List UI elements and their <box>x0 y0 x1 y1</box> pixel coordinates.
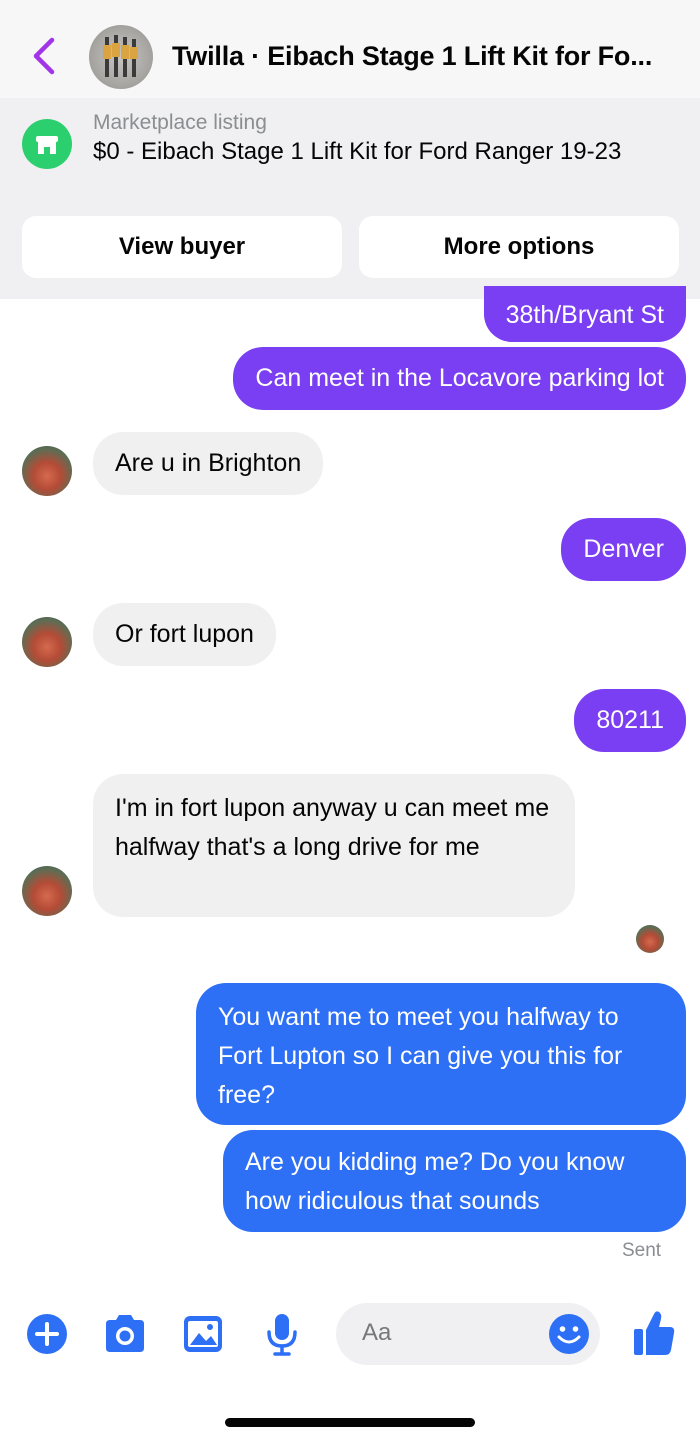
message-input-placeholder: Aa <box>362 1319 392 1346</box>
sender-avatar[interactable] <box>22 446 72 496</box>
thumbs-up-icon <box>634 1311 675 1355</box>
plus-icon <box>27 1314 67 1354</box>
more-options-button[interactable]: More options <box>359 216 679 278</box>
marketplace-shop-icon <box>22 119 72 169</box>
message-bubble[interactable]: Are u in Brighton <box>93 432 324 495</box>
voice-button[interactable] <box>264 1312 300 1356</box>
chevron-left-icon <box>33 37 55 75</box>
message-bubble[interactable]: Or fort lupon <box>93 603 276 666</box>
message-bubble[interactable]: I'm in fort lupon anyway u can meet me h… <box>93 774 575 917</box>
back-button[interactable] <box>28 36 62 76</box>
message-bubble[interactable]: Are you kidding me? Do you know how ridi… <box>223 1130 686 1232</box>
sender-avatar[interactable] <box>22 617 72 667</box>
message-bubble[interactable]: You want me to meet you halfway to Fort … <box>196 983 686 1125</box>
sent-status: Sent <box>622 1240 662 1261</box>
read-receipt-avatar <box>636 925 664 953</box>
listing-subtitle: Marketplace listing <box>93 111 267 134</box>
like-button[interactable] <box>632 1308 676 1358</box>
image-icon <box>184 1316 222 1352</box>
home-indicator <box>225 1418 475 1427</box>
microphone-icon <box>267 1314 297 1356</box>
message-bubble[interactable]: Denver <box>561 518 686 581</box>
message-bubble[interactable]: 80211 <box>574 689 686 752</box>
message-bubble[interactable]: Can meet in the Locavore parking lot <box>233 347 686 410</box>
plus-button[interactable] <box>25 1312 69 1356</box>
conversation-title[interactable]: Twilla · Eibach Stage 1 Lift Kit for Fo.… <box>172 41 672 72</box>
listing-avatar[interactable] <box>89 25 153 89</box>
lift-kit-thumbnail-icon <box>103 35 138 77</box>
view-buyer-button[interactable]: View buyer <box>22 216 342 278</box>
message-bubble[interactable]: 38th/Bryant St <box>483 286 686 342</box>
sender-avatar[interactable] <box>22 866 72 916</box>
marketplace-listing-banner: Marketplace listing $0 - Eibach Stage 1 … <box>0 98 700 299</box>
message-input[interactable]: Aa <box>336 1303 600 1365</box>
conversation-header: Twilla · Eibach Stage 1 Lift Kit for Fo.… <box>0 0 700 98</box>
gallery-button[interactable] <box>182 1312 224 1356</box>
camera-button[interactable] <box>102 1312 148 1356</box>
emoji-button[interactable] <box>548 1313 590 1355</box>
emoji-icon <box>549 1314 589 1354</box>
listing-title[interactable]: $0 - Eibach Stage 1 Lift Kit for Ford Ra… <box>93 137 633 167</box>
camera-icon <box>106 1315 144 1352</box>
